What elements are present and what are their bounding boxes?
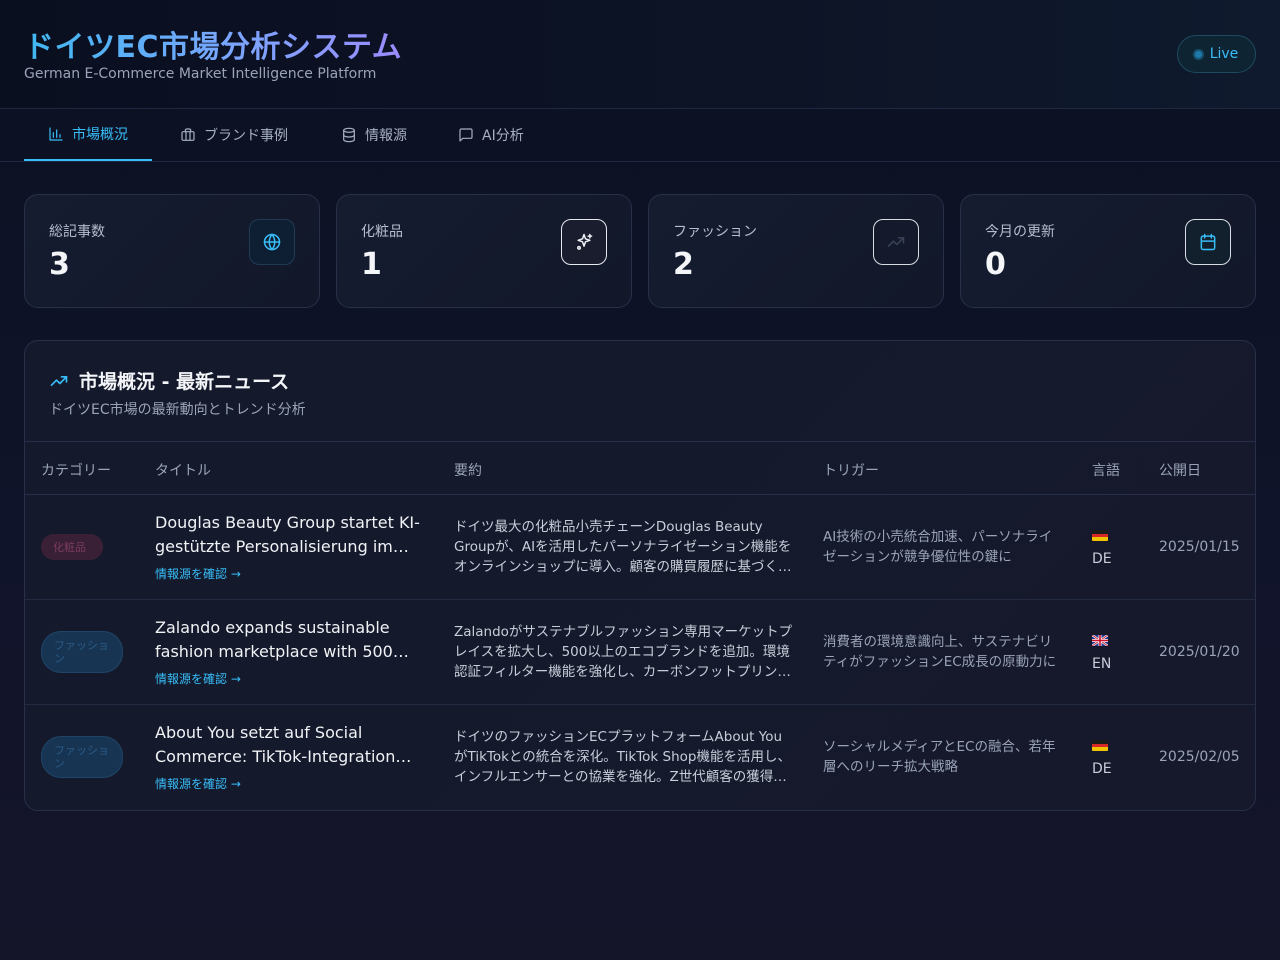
panel-title-text: 市場概況 - 最新ニュース bbox=[79, 371, 290, 393]
article-trigger: AI技術の小売統合加速、パーソナライゼーションが競争優位性の鍵に bbox=[823, 529, 1053, 565]
article-summary: ドイツ最大の化粧品小売チェーンDouglas Beauty Groupが、AIを… bbox=[454, 519, 792, 575]
article-trigger: ソーシャルメディアとECの融合、若年層へのリーチ拡大戦略 bbox=[823, 739, 1056, 775]
category-badge: ファッション bbox=[41, 631, 123, 673]
stat-label: ファッション bbox=[673, 224, 757, 240]
app-subtitle: German E-Commerce Market Intelligence Pl… bbox=[24, 66, 377, 82]
tab-market-overview[interactable]: 市場概況 bbox=[24, 109, 152, 161]
source-link[interactable]: 情報源を確認 → bbox=[155, 775, 241, 792]
stat-label: 化粧品 bbox=[361, 224, 403, 240]
news-panel: 市場概況 - 最新ニュース ドイツEC市場の最新動向とトレンド分析 カテゴリー … bbox=[24, 340, 1256, 811]
live-status-badge[interactable]: Live bbox=[1177, 35, 1256, 73]
article-title: Zalando expands sustainable fashion mark… bbox=[155, 618, 393, 661]
column-header-summary: 要約 bbox=[454, 463, 482, 479]
trending-up-icon bbox=[50, 375, 68, 386]
stat-value: 1 bbox=[361, 247, 382, 282]
germany-flag-icon bbox=[1092, 740, 1108, 751]
stat-label: 今月の更新 bbox=[985, 224, 1055, 240]
stat-value: 2 bbox=[673, 247, 694, 282]
tab-label: ブランド事例 bbox=[204, 128, 288, 144]
tab-brand-cases[interactable]: ブランド事例 bbox=[156, 109, 312, 161]
column-header-language: 言語 bbox=[1092, 463, 1120, 479]
tab-label: AI分析 bbox=[482, 128, 524, 144]
calendar-icon bbox=[1200, 233, 1216, 251]
article-trigger: 消費者の環境意識向上、サステナビリティがファッションEC成長の原動力に bbox=[823, 634, 1057, 670]
main-tabs: 市場概況 ブランド事例 情報源 AI分析 bbox=[0, 109, 1280, 162]
language-code: DE bbox=[1092, 761, 1112, 777]
tab-sources[interactable]: 情報源 bbox=[317, 109, 431, 161]
germany-flag-icon bbox=[1092, 530, 1108, 541]
language-code: DE bbox=[1092, 551, 1112, 567]
column-header-trigger: トリガー bbox=[823, 463, 879, 479]
stat-value: 3 bbox=[49, 247, 70, 282]
article-summary: ドイツのファッションECプラットフォームAbout YouがTikTokとの統合… bbox=[454, 729, 791, 785]
app-header: ドイツEC市場分析システム German E-Commerce Market I… bbox=[0, 0, 1280, 109]
stat-card-fashion: ファッション 2 bbox=[648, 194, 944, 308]
publish-date: 2025/01/20 bbox=[1159, 644, 1240, 660]
panel-title: 市場概況 - 最新ニュース bbox=[49, 367, 289, 394]
column-header-category: カテゴリー bbox=[41, 463, 111, 479]
source-link[interactable]: 情報源を確認 → bbox=[155, 565, 241, 582]
live-label: Live bbox=[1209, 46, 1239, 62]
stat-value: 0 bbox=[985, 247, 1006, 282]
column-header-date: 公開日 bbox=[1159, 463, 1201, 479]
article-summary: Zalandoがサステナブルファッション専用マーケットプレイスを拡大し、500以… bbox=[454, 624, 793, 680]
database-icon bbox=[343, 127, 355, 143]
live-dot-icon bbox=[1194, 50, 1202, 58]
stat-card-total-articles: 総記事数 3 bbox=[24, 194, 320, 308]
stat-icon-wrap bbox=[1185, 219, 1231, 265]
bar-chart-icon bbox=[49, 127, 63, 141]
stat-card-monthly-updates: 今月の更新 0 bbox=[960, 194, 1256, 308]
tab-ai-analysis[interactable]: AI分析 bbox=[434, 109, 548, 161]
table-row[interactable]: ファッション About You setzt auf Social Commer… bbox=[25, 705, 1255, 810]
app-title: ドイツEC市場分析システム bbox=[24, 22, 402, 66]
stat-icon-wrap bbox=[873, 219, 919, 265]
panel-subtitle: ドイツEC市場の最新動向とトレンド分析 bbox=[49, 402, 306, 418]
tab-label: 市場概況 bbox=[72, 127, 128, 143]
stat-card-cosmetics: 化粧品 1 bbox=[336, 194, 632, 308]
table-header: カテゴリー タイトル 要約 トリガー 言語 公開日 bbox=[25, 442, 1255, 495]
source-link[interactable]: 情報源を確認 → bbox=[155, 670, 241, 687]
category-badge: ファッション bbox=[41, 736, 123, 778]
publish-date: 2025/02/05 bbox=[1159, 749, 1240, 765]
uk-flag-icon bbox=[1092, 635, 1108, 646]
message-square-icon bbox=[459, 128, 473, 142]
language-code: EN bbox=[1092, 656, 1112, 672]
globe-icon bbox=[263, 233, 281, 251]
article-title: Douglas Beauty Group startet KI-gestützt… bbox=[155, 513, 420, 556]
stat-icon-wrap bbox=[561, 219, 607, 265]
column-header-title: タイトル bbox=[155, 463, 211, 479]
panel-header: 市場概況 - 最新ニュース ドイツEC市場の最新動向とトレンド分析 bbox=[25, 341, 1255, 442]
table-row[interactable]: 化粧品 Douglas Beauty Group startet KI-gest… bbox=[25, 495, 1255, 600]
table-row[interactable]: ファッション Zalando expands sustainable fashi… bbox=[25, 600, 1255, 705]
stat-icon-wrap bbox=[249, 219, 295, 265]
trending-up-icon bbox=[887, 237, 905, 247]
category-badge: 化粧品 bbox=[41, 534, 103, 560]
briefcase-icon bbox=[181, 128, 195, 141]
sparkles-icon bbox=[577, 233, 593, 250]
stat-label: 総記事数 bbox=[49, 224, 105, 240]
publish-date: 2025/01/15 bbox=[1159, 539, 1240, 555]
tab-label: 情報源 bbox=[365, 128, 407, 144]
article-title: About You setzt auf Social Commerce: Tik… bbox=[155, 723, 396, 766]
